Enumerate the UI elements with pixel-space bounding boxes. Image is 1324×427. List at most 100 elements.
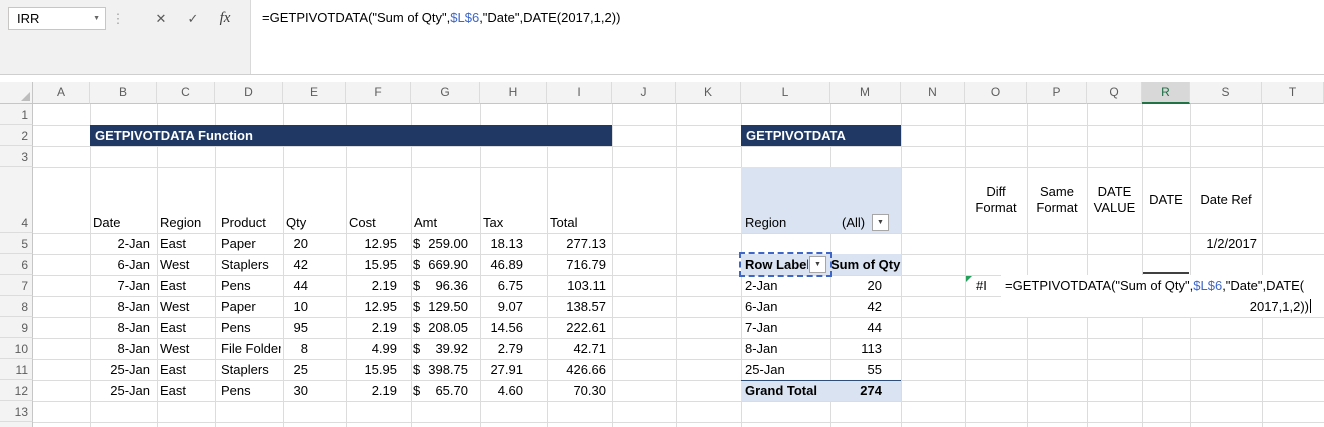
select-all-button[interactable]: [0, 82, 33, 104]
pivot-filter-field[interactable]: Region: [745, 212, 786, 233]
pivot-row-labels-dropdown[interactable]: ▼: [809, 256, 826, 273]
cell-cost[interactable]: 2.19: [340, 380, 397, 401]
column-header-H[interactable]: H: [480, 82, 547, 104]
cell-date[interactable]: 8-Jan: [90, 296, 150, 317]
cell-date[interactable]: 8-Jan: [90, 338, 150, 359]
column-header-A[interactable]: A: [33, 82, 90, 104]
column-header-E[interactable]: E: [283, 82, 346, 104]
row-header-13[interactable]: 13: [0, 401, 33, 422]
cell-cost[interactable]: 2.19: [340, 317, 397, 338]
in-cell-editor[interactable]: =GETPIVOTDATA("Sum of Qty",$L$6,"Date",D…: [1001, 275, 1324, 317]
row-header-11[interactable]: 11: [0, 359, 33, 380]
column-header-M[interactable]: M: [830, 82, 901, 104]
column-header-S[interactable]: S: [1190, 82, 1262, 104]
cell-region[interactable]: East: [160, 380, 186, 401]
row-header-9[interactable]: 9: [0, 317, 33, 338]
row-header-5[interactable]: 5: [0, 233, 33, 254]
cell-qty[interactable]: 8: [270, 338, 308, 359]
row-header-1[interactable]: 1: [0, 104, 33, 125]
row-header-3[interactable]: 3: [0, 146, 33, 167]
cell-cost[interactable]: 12.95: [340, 233, 397, 254]
cell-qty[interactable]: 44: [270, 275, 308, 296]
cell-tax[interactable]: 46.89: [460, 254, 523, 275]
cell-date[interactable]: 6-Jan: [90, 254, 150, 275]
column-header-N[interactable]: N: [901, 82, 965, 104]
cell-total[interactable]: 138.57: [540, 296, 606, 317]
cell-qty[interactable]: 95: [270, 317, 308, 338]
insert-function-button[interactable]: fx: [211, 7, 239, 30]
row-header-12[interactable]: 12: [0, 380, 33, 401]
cell-region[interactable]: West: [160, 338, 189, 359]
column-header-F[interactable]: F: [346, 82, 411, 104]
row-header-10[interactable]: 10: [0, 338, 33, 359]
cell-error-value[interactable]: #I: [976, 275, 987, 296]
pivot-row-label[interactable]: 25-Jan: [745, 359, 785, 380]
cell-region[interactable]: West: [160, 296, 189, 317]
cell-tax[interactable]: 4.60: [460, 380, 523, 401]
column-header-O[interactable]: O: [965, 82, 1027, 104]
cell-cost[interactable]: 4.99: [340, 338, 397, 359]
cell-region[interactable]: West: [160, 254, 189, 275]
cell-tax[interactable]: 18.13: [460, 233, 523, 254]
cell-total[interactable]: 426.66: [540, 359, 606, 380]
row-header-6[interactable]: 6: [0, 254, 33, 275]
grand-total-value[interactable]: 274: [800, 380, 882, 401]
pivot-row-label[interactable]: 8-Jan: [745, 338, 778, 359]
pivot-row-value[interactable]: 42: [800, 296, 882, 317]
cell-total[interactable]: 716.79: [540, 254, 606, 275]
pivot-values-header[interactable]: Sum of Qty: [831, 254, 900, 275]
pivot-row-label[interactable]: 2-Jan: [745, 275, 778, 296]
cell-cost[interactable]: 12.95: [340, 296, 397, 317]
name-box[interactable]: IRR ▼: [8, 7, 106, 30]
cell-region[interactable]: East: [160, 317, 186, 338]
name-box-dropdown-icon[interactable]: ▼: [93, 15, 100, 23]
cell-date[interactable]: 8-Jan: [90, 317, 150, 338]
pivot-row-labels-header[interactable]: Row Labels: [745, 254, 808, 275]
row-header-8[interactable]: 8: [0, 296, 33, 317]
pivot-row-value[interactable]: 20: [800, 275, 882, 296]
cell-tax[interactable]: 14.56: [460, 317, 523, 338]
pivot-row-value[interactable]: 44: [800, 317, 882, 338]
cell-cost[interactable]: 2.19: [340, 275, 397, 296]
cell-date[interactable]: 25-Jan: [90, 359, 150, 380]
enter-button[interactable]: ✓: [179, 7, 207, 30]
cancel-button[interactable]: ✕: [147, 7, 175, 30]
column-header-J[interactable]: J: [612, 82, 676, 104]
cell-total[interactable]: 42.71: [540, 338, 606, 359]
cell-cost[interactable]: 15.95: [340, 359, 397, 380]
formula-input[interactable]: =GETPIVOTDATA("Sum of Qty",$L$6,"Date",D…: [251, 0, 1324, 74]
row-header-4[interactable]: 4: [0, 167, 33, 233]
pivot-filter-dropdown[interactable]: ▼: [872, 214, 889, 231]
column-header-K[interactable]: K: [676, 82, 741, 104]
cell-tax[interactable]: 6.75: [460, 275, 523, 296]
cell-tax[interactable]: 9.07: [460, 296, 523, 317]
cell-date[interactable]: 25-Jan: [90, 380, 150, 401]
cell-total[interactable]: 222.61: [540, 317, 606, 338]
cell-date-ref[interactable]: 1/2/2017: [1190, 233, 1257, 254]
cell-total[interactable]: 70.30: [540, 380, 606, 401]
cell-total[interactable]: 103.11: [540, 275, 606, 296]
cell-region[interactable]: East: [160, 233, 186, 254]
row-header-2[interactable]: 2: [0, 125, 33, 146]
column-header-D[interactable]: D: [215, 82, 283, 104]
pivot-row-value[interactable]: 55: [800, 359, 882, 380]
column-header-C[interactable]: C: [157, 82, 215, 104]
column-header-T[interactable]: T: [1262, 82, 1324, 104]
cell-qty[interactable]: 30: [270, 380, 308, 401]
column-header-L[interactable]: L: [741, 82, 830, 104]
column-header-R[interactable]: R: [1142, 82, 1190, 104]
cell-qty[interactable]: 10: [270, 296, 308, 317]
cell-region[interactable]: East: [160, 275, 186, 296]
pivot-filter-value[interactable]: (All): [842, 212, 865, 233]
pivot-row-label[interactable]: 7-Jan: [745, 317, 778, 338]
cell-qty[interactable]: 25: [270, 359, 308, 380]
row-header-7[interactable]: 7: [0, 275, 33, 296]
column-header-B[interactable]: B: [90, 82, 157, 104]
cell-tax[interactable]: 2.79: [460, 338, 523, 359]
column-header-P[interactable]: P: [1027, 82, 1087, 104]
column-header-Q[interactable]: Q: [1087, 82, 1142, 104]
cell-date[interactable]: 7-Jan: [90, 275, 150, 296]
cell-region[interactable]: East: [160, 359, 186, 380]
pivot-row-label[interactable]: 6-Jan: [745, 296, 778, 317]
cell-total[interactable]: 277.13: [540, 233, 606, 254]
